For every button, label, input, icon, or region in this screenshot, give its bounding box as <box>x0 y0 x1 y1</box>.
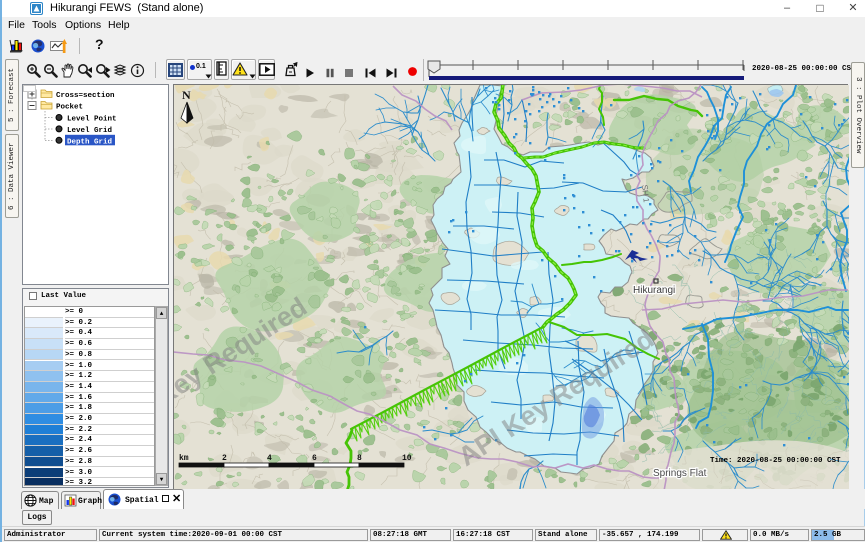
svg-text:Depth Grid: Depth Grid <box>67 138 112 146</box>
svg-text:10: 10 <box>402 454 412 463</box>
svg-text:N: N <box>182 88 191 102</box>
svg-text:Springs Flat: Springs Flat <box>653 468 707 479</box>
svg-text:km: km <box>179 454 189 463</box>
svg-text:Level Grid: Level Grid <box>67 127 112 135</box>
svg-text:Cross=section: Cross=section <box>56 92 115 100</box>
svg-text:Level Point: Level Point <box>67 116 117 124</box>
svg-text:6: 6 <box>312 454 317 463</box>
svg-text:Hikurangi: Hikurangi <box>633 285 675 296</box>
svg-text:Time: 2020-08-25 00:00:00 CST: Time: 2020-08-25 00:00:00 CST <box>710 457 841 465</box>
svg-text:8: 8 <box>357 454 362 463</box>
svg-text:SH 1: SH 1 <box>640 184 651 203</box>
svg-text:4: 4 <box>267 454 272 463</box>
svg-text:2: 2 <box>222 454 227 463</box>
svg-text:Pocket: Pocket <box>56 104 83 112</box>
